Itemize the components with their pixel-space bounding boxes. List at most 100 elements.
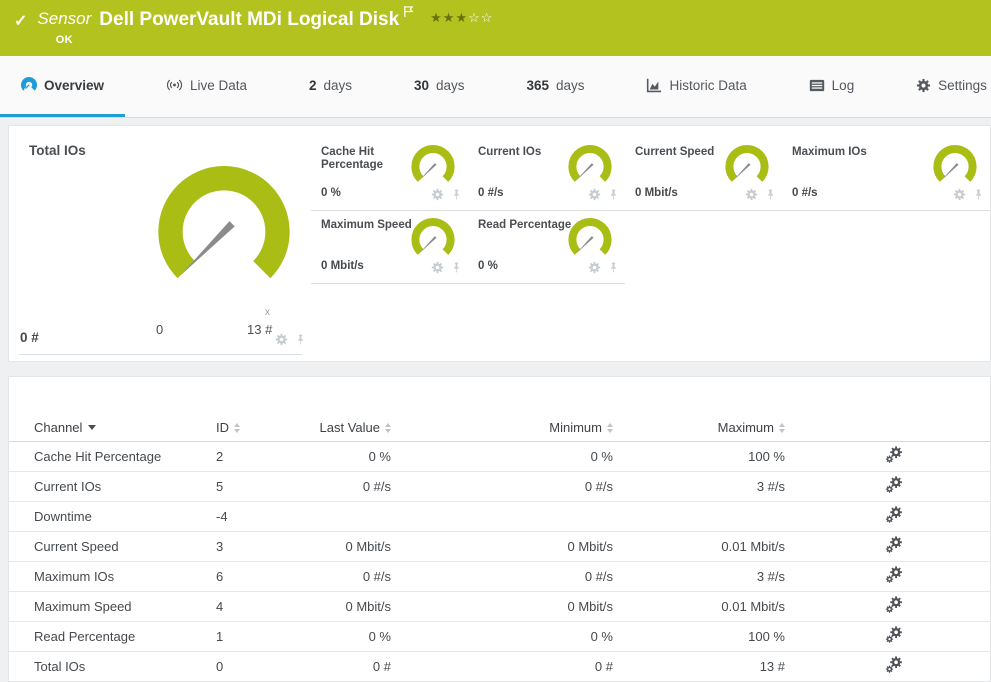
star-filled-icon[interactable]: ★ [455,10,468,25]
star-filled-icon[interactable]: ★ [430,10,443,25]
pin-icon[interactable] [450,261,463,279]
small-gauges-grid: Cache Hit Percentage 0 % Current IOs 0 #… [311,138,990,361]
priority-stars[interactable]: ★★★☆☆ [430,10,493,26]
gauge-icon [21,77,37,93]
channel-name[interactable]: Maximum Speed [9,599,216,614]
tab-30-days[interactable]: 30 days [393,56,486,117]
gauge-cell-1: Cache Hit Percentage 0 % [311,138,468,211]
sort-desc-icon [88,425,96,430]
channel-name[interactable]: Downtime [9,509,216,524]
channels-table: Channel ID Last Value Minimum Maximum Ca… [8,376,991,682]
channel-id: 1 [216,629,301,644]
channel-settings-icon[interactable] [885,446,903,467]
channel-minimum: 0 #/s [391,569,613,584]
tab-live-data[interactable]: Live Data [145,56,268,117]
status-badge: OK [56,34,73,46]
flag-icon[interactable] [403,5,414,23]
channel-maximum: 0.01 Mbit/s [613,539,785,554]
pin-icon[interactable] [450,188,463,206]
gauge-dial [563,141,617,189]
star-filled-icon[interactable]: ★ [443,10,456,25]
gear-icon[interactable] [275,333,288,351]
table-row[interactable]: Current Speed 3 0 Mbit/s 0 Mbit/s 0.01 M… [9,532,990,562]
channel-name[interactable]: Current IOs [9,479,216,494]
channel-maximum: 0.01 Mbit/s [613,599,785,614]
column-header-channel[interactable]: Channel [9,420,216,435]
table-row[interactable]: Current IOs 5 0 #/s 0 #/s 3 #/s [9,472,990,502]
gauge-value: 0 Mbit/s [635,187,678,199]
tab-overview[interactable]: Overview [0,56,125,117]
tab-settings[interactable]: Settings [895,56,991,117]
gear-icon[interactable] [431,188,444,206]
gauge-dial [720,141,774,189]
pin-icon[interactable] [294,333,307,351]
channel-name[interactable]: Read Percentage [9,629,216,644]
channel-last-value: 0 Mbit/s [301,539,391,554]
gear-icon [916,78,931,93]
gauge-value: 0 # [20,330,39,345]
table-row[interactable]: Maximum Speed 4 0 Mbit/s 0 Mbit/s 0.01 M… [9,592,990,622]
channel-maximum: 13 # [613,659,785,674]
channel-id: 6 [216,569,301,584]
channel-id: 3 [216,539,301,554]
gear-icon[interactable] [588,188,601,206]
channel-id: 2 [216,449,301,464]
table-row[interactable]: Downtime -4 [9,502,990,532]
channel-maximum: 100 % [613,629,785,644]
gauge-dial [928,141,982,189]
channel-settings-icon[interactable] [885,536,903,557]
table-row[interactable]: Cache Hit Percentage 2 0 % 0 % 100 % [9,442,990,472]
gauge-value: 0 #/s [478,187,504,199]
channel-last-value: 0 #/s [301,479,391,494]
gauge-value: 0 % [321,187,341,199]
star-empty-icon[interactable]: ☆ [468,10,481,25]
gear-icon[interactable] [588,261,601,279]
gauges-panel: Total IOs 0 x 13 # 0 # Cache Hit Percent… [8,125,991,362]
channel-settings-icon[interactable] [885,506,903,527]
gear-icon[interactable] [953,188,966,206]
table-header-row: Channel ID Last Value Minimum Maximum [9,414,990,442]
column-header-id[interactable]: ID [216,420,301,435]
channel-id: 0 [216,659,301,674]
channel-settings-icon[interactable] [885,566,903,587]
channel-settings-icon[interactable] [885,656,903,677]
channel-id: -4 [216,509,301,524]
tab-log[interactable]: Log [788,56,876,117]
channel-minimum: 0 Mbit/s [391,599,613,614]
channel-maximum: 3 #/s [613,479,785,494]
table-row[interactable]: Maximum IOs 6 0 #/s 0 #/s 3 #/s [9,562,990,592]
channel-settings-icon[interactable] [885,596,903,617]
star-empty-icon[interactable]: ☆ [481,10,494,25]
channel-maximum: 100 % [613,449,785,464]
channel-last-value: 0 Mbit/s [301,599,391,614]
channel-name[interactable]: Cache Hit Percentage [9,449,216,464]
gauge-dial [406,214,460,262]
tab-2-days[interactable]: 2 days [288,56,373,117]
column-header-maximum[interactable]: Maximum [613,420,785,435]
gauge-cell-3: Current Speed 0 Mbit/s [625,138,782,211]
gear-icon[interactable] [431,261,444,279]
historic-data-icon [646,78,662,93]
gauge-value: 0 #/s [792,187,818,199]
table-row[interactable]: Total IOs 0 0 # 0 # 13 # [9,652,990,682]
pin-icon[interactable] [764,188,777,206]
column-header-minimum[interactable]: Minimum [391,420,613,435]
channel-id: 5 [216,479,301,494]
channel-name[interactable]: Maximum IOs [9,569,216,584]
column-header-last-value[interactable]: Last Value [301,420,391,435]
channel-settings-icon[interactable] [885,476,903,497]
tab-365-days[interactable]: 365 days [505,56,605,117]
pin-icon[interactable] [607,188,620,206]
gauge-cell-4: Maximum IOs 0 #/s [782,138,990,211]
tab-historic-data[interactable]: Historic Data [625,56,767,117]
pin-icon[interactable] [607,261,620,279]
gear-icon[interactable] [745,188,758,206]
channel-settings-icon[interactable] [885,626,903,647]
gauge-value: 0 % [478,260,498,272]
pin-icon[interactable] [972,188,985,206]
channel-last-value: 0 # [301,659,391,674]
table-row[interactable]: Read Percentage 1 0 % 0 % 100 % [9,622,990,652]
channel-name[interactable]: Current Speed [9,539,216,554]
channel-name[interactable]: Total IOs [9,659,216,674]
log-icon [809,79,825,92]
